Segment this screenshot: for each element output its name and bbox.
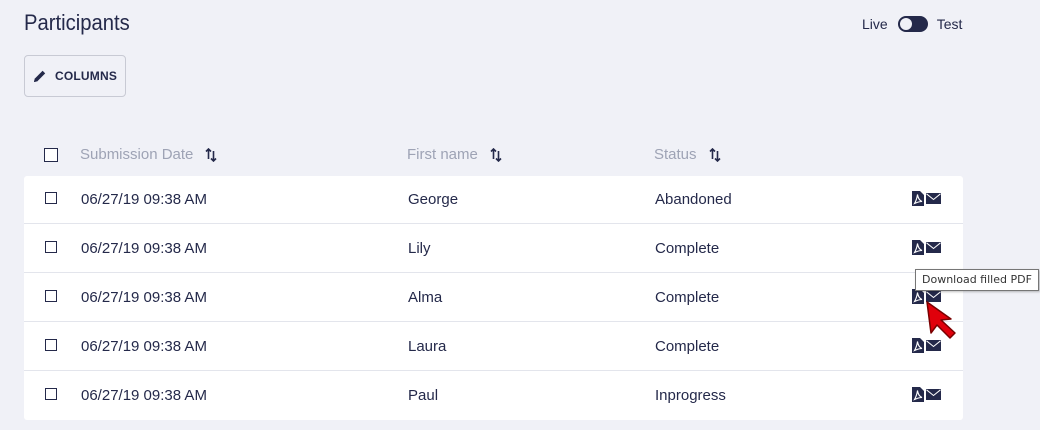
sort-icon[interactable] bbox=[490, 147, 502, 162]
pdf-icon[interactable] bbox=[912, 338, 924, 353]
columns-button[interactable]: COLUMNS bbox=[24, 55, 126, 97]
table-row[interactable]: 06/27/19 09:38 AM Laura Complete bbox=[24, 323, 963, 371]
status-cell: Complete bbox=[655, 338, 720, 355]
status-cell: Complete bbox=[655, 289, 720, 306]
toggle-knob bbox=[899, 18, 912, 30]
mail-icon[interactable] bbox=[926, 193, 941, 204]
columns-button-label: COLUMNS bbox=[54, 69, 118, 83]
row-checkbox[interactable] bbox=[45, 241, 57, 253]
row-actions bbox=[912, 191, 941, 206]
first-name-cell: Alma bbox=[408, 289, 443, 306]
first-name-cell: George bbox=[408, 191, 459, 208]
status-cell: Inprogress bbox=[655, 387, 726, 404]
first-name-cell: Laura bbox=[408, 338, 447, 355]
row-actions bbox=[912, 387, 941, 402]
table-header: Submission Date First name Status bbox=[24, 140, 963, 172]
row-checkbox[interactable] bbox=[45, 339, 57, 351]
mail-icon[interactable] bbox=[926, 389, 941, 400]
submission-date-cell: 06/27/19 09:38 AM bbox=[81, 387, 207, 404]
sort-icon[interactable] bbox=[205, 147, 217, 162]
download-pdf-tooltip: Download filled PDF bbox=[915, 269, 1039, 291]
first-name-cell: Lily bbox=[408, 240, 431, 257]
pdf-icon[interactable] bbox=[912, 289, 924, 304]
pdf-icon[interactable] bbox=[912, 191, 924, 206]
pdf-icon[interactable] bbox=[912, 240, 924, 255]
header-first-name[interactable]: First name bbox=[407, 146, 478, 163]
header-submission-date[interactable]: Submission Date bbox=[80, 146, 193, 163]
table-row[interactable]: 06/27/19 09:38 AM George Abandoned bbox=[24, 176, 963, 224]
table-row[interactable]: 06/27/19 09:38 AM Lily Complete bbox=[24, 225, 963, 273]
mouse-pointer-icon bbox=[925, 300, 959, 347]
participants-table: 06/27/19 09:38 AM George Abandoned 06/27… bbox=[24, 176, 963, 420]
submission-date-cell: 06/27/19 09:38 AM bbox=[81, 338, 207, 355]
status-cell: Complete bbox=[655, 240, 720, 257]
row-checkbox[interactable] bbox=[45, 192, 57, 204]
page-title: Participants bbox=[24, 10, 130, 35]
mail-icon[interactable] bbox=[926, 242, 941, 253]
submission-date-cell: 06/27/19 09:38 AM bbox=[81, 191, 207, 208]
submission-date-cell: 06/27/19 09:38 AM bbox=[81, 289, 207, 306]
row-checkbox[interactable] bbox=[45, 388, 57, 400]
sort-icon[interactable] bbox=[708, 147, 721, 162]
header-status[interactable]: Status bbox=[654, 146, 697, 163]
pdf-icon[interactable] bbox=[912, 387, 924, 402]
submission-date-cell: 06/27/19 09:38 AM bbox=[81, 240, 207, 257]
status-cell: Abandoned bbox=[655, 191, 732, 208]
table-row[interactable]: 06/27/19 09:38 AM Alma Complete bbox=[24, 274, 963, 322]
table-row[interactable]: 06/27/19 09:38 AM Paul Inprogress bbox=[24, 372, 963, 420]
test-label: Test bbox=[936, 16, 963, 32]
pencil-icon bbox=[33, 69, 47, 83]
environment-toggle-switch[interactable] bbox=[897, 16, 928, 32]
live-label: Live bbox=[862, 16, 888, 32]
first-name-cell: Paul bbox=[408, 387, 439, 404]
row-actions bbox=[912, 240, 941, 255]
row-checkbox[interactable] bbox=[45, 290, 57, 302]
select-all-checkbox[interactable] bbox=[44, 148, 58, 162]
environment-toggle-group: Live Test bbox=[862, 16, 962, 32]
